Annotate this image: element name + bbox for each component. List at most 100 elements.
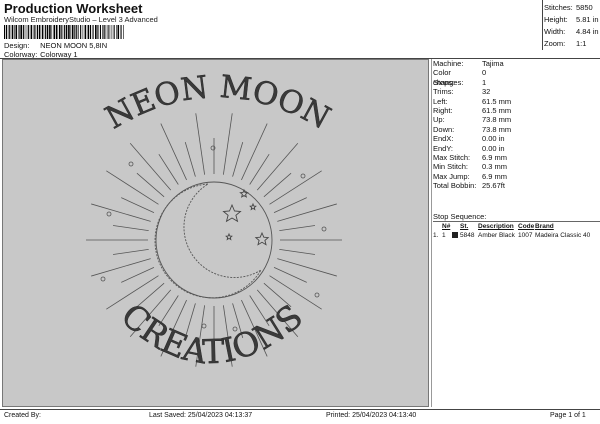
col-header [452, 222, 460, 231]
barcode-bar [87, 25, 90, 39]
barcode-bar [120, 25, 122, 39]
info-row: Right: 61.5 mm [433, 106, 600, 115]
stats-panel: Stitches: 5850 Height: 5.81 in Width: 4.84 … [544, 2, 599, 50]
barcode-bar [99, 25, 101, 39]
barcode-bar [117, 25, 120, 39]
info-label: Machine: [433, 59, 464, 68]
stat-row: Width: 4.84 in [544, 26, 599, 38]
info-label: Total Bobbin: [433, 181, 477, 191]
info-value: 32 [482, 87, 491, 97]
stat-value: 5850 [576, 3, 593, 12]
info-value: 61.5 mm [482, 105, 512, 115]
decorative-dot [106, 211, 112, 217]
barcode-bar [49, 25, 51, 39]
moon-icon [154, 183, 262, 299]
barcode [4, 25, 124, 39]
info-label: Right: [433, 105, 453, 115]
barcode-bar [46, 25, 49, 39]
bottom-arc-text: CREATIONS [114, 296, 310, 372]
col-header-brand: Brand [535, 223, 554, 230]
barcode-bar [9, 25, 11, 39]
worksheet-title: Production Worksheet [4, 1, 143, 16]
sun-ray [241, 123, 268, 181]
top-arc-text-path: NEON MOON [99, 69, 336, 137]
info-value: 61.5 mm [482, 96, 512, 106]
decorative-dot [300, 173, 306, 179]
barcode-bar [80, 25, 82, 39]
sun-ray [91, 203, 151, 222]
thread-brand: Madeira Classic 40 [535, 232, 591, 239]
stat-label: Height: [544, 15, 568, 24]
stop-number: 1. [433, 232, 439, 239]
info-label: Max Jump: [433, 171, 470, 181]
barcode-bar [4, 25, 6, 39]
barcode-bar [111, 25, 113, 39]
barcode-bar [97, 25, 99, 39]
stop-sequence-table: N# St. Description Code Brand 1. 1 5848 … [433, 222, 600, 240]
stat-label: Zoom: [544, 39, 566, 48]
stat-value: 5.81 in [576, 15, 599, 24]
created-by: Created By: [4, 412, 41, 419]
barcode-bar [41, 25, 44, 39]
info-value: 73.8 mm [482, 115, 512, 125]
info-row: Trims: 32 [433, 87, 600, 96]
barcode-bar [5, 25, 7, 39]
info-value: Tajima [482, 59, 504, 68]
info-row: Stops: 1 [433, 78, 600, 87]
barcode-bar [18, 25, 20, 39]
info-label: EndY: [433, 143, 454, 153]
info-value: 0 [482, 68, 487, 78]
col-header-st: St. [460, 223, 469, 230]
bottom-arc-text-path: CREATIONS [114, 295, 310, 372]
design-value: NEON MOON 5,8IN [40, 41, 108, 50]
barcode-bar [108, 25, 109, 39]
barcode-bar [15, 25, 18, 39]
info-value: 1 [482, 77, 487, 87]
info-row: EndX: 0.00 in [433, 134, 600, 143]
barcode-bar [71, 25, 74, 39]
embroidery-artwork: NEON MOON CREATIONS [86, 69, 342, 372]
star-icons [222, 188, 270, 246]
software-subtitle: Wilcom EmbroideryStudio – Level 3 Advanc… [4, 15, 158, 24]
barcode-bar [106, 25, 108, 39]
stat-label: Width: [544, 27, 566, 36]
barcode-bar [7, 25, 9, 39]
barcode-bar [90, 25, 92, 39]
info-label: Up: [433, 115, 445, 125]
info-label: Stops: [433, 77, 455, 87]
sun-ray [106, 170, 159, 205]
barcode-bar [78, 25, 79, 39]
info-label: Left: [433, 96, 448, 106]
sun-ray [184, 142, 196, 177]
sun-ray [222, 113, 233, 175]
info-value: 0.3 mm [482, 162, 508, 172]
table-row: 1. 1 5848 Amber Black 1007 Madeira Class… [433, 231, 600, 240]
barcode-bar [58, 25, 61, 39]
design-row: Design: NEON MOON 5,8IN [4, 41, 107, 50]
info-row: Machine: Tajima [433, 59, 600, 68]
sun-ray [112, 248, 149, 255]
sun-ray [273, 267, 307, 283]
info-label: Min Stitch: [433, 162, 469, 172]
decorative-dot [100, 276, 106, 282]
footer-divider [0, 409, 600, 410]
printed-date: Printed: 25/04/2023 04:13:40 [326, 412, 417, 419]
barcode-bar [26, 25, 28, 39]
decorative-dot [201, 323, 207, 329]
barcode-bar [33, 25, 35, 39]
top-arc-text: NEON MOON [100, 69, 336, 137]
thread-description: Amber Black [478, 232, 515, 239]
barcode-bar [51, 25, 53, 39]
last-saved: Last Saved: 25/04/2023 04:13:37 [149, 412, 253, 419]
sun-ray [279, 248, 316, 255]
sun-ray [256, 143, 299, 191]
stop-sequence-heading: Stop Sequence: [433, 212, 487, 221]
panel-divider [431, 59, 432, 407]
barcode-bar [53, 25, 56, 39]
barcode-bar [95, 25, 97, 39]
barcode-bar [63, 25, 65, 39]
barcode-bar [109, 25, 111, 39]
barcode-bar [68, 25, 70, 39]
sun-ray [129, 143, 172, 191]
barcode-bar [38, 25, 41, 39]
